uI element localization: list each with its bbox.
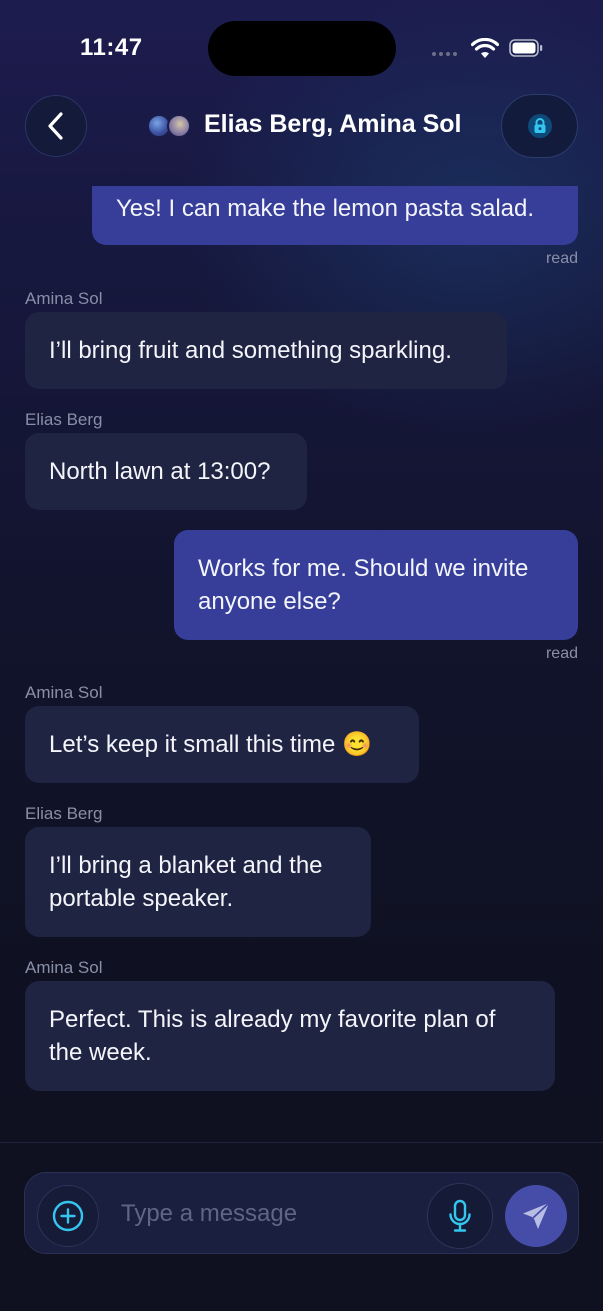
status-time: 11:47 bbox=[80, 34, 143, 61]
message-text: North lawn at 13:00? bbox=[49, 458, 271, 485]
message-bubble-incoming[interactable]: Let’s keep it small this time 😊 bbox=[25, 706, 419, 783]
send-button[interactable] bbox=[505, 1185, 567, 1247]
wifi-icon bbox=[471, 38, 499, 58]
voice-message-button[interactable] bbox=[427, 1183, 493, 1249]
message-bubble-incoming[interactable]: I’ll bring a blanket and the portable sp… bbox=[25, 827, 371, 937]
message-bubble-incoming[interactable]: North lawn at 13:00? bbox=[25, 433, 307, 510]
message-text: I’ll bring a blanket and the portable sp… bbox=[49, 852, 323, 912]
message-text: Perfect. This is already my favorite pla… bbox=[49, 1006, 496, 1066]
cellular-signal-icon bbox=[432, 52, 457, 56]
add-attachment-button[interactable] bbox=[37, 1185, 99, 1247]
sender-name: Amina Sol bbox=[25, 683, 103, 702]
microphone-icon bbox=[449, 1199, 471, 1232]
conversation-title[interactable]: Elias Berg, Amina Sol bbox=[204, 110, 461, 139]
message-input[interactable]: Type a message bbox=[121, 1200, 297, 1228]
message-text: I’ll bring fruit and something sparkling… bbox=[49, 337, 452, 364]
plus-circle-icon bbox=[52, 1200, 84, 1232]
read-receipt: read bbox=[545, 645, 578, 662]
message-text: Let’s keep it small this time 😊 bbox=[49, 731, 372, 758]
sender-name: Amina Sol bbox=[25, 289, 103, 308]
message-text: Works for me. Should we invite anyone el… bbox=[198, 555, 529, 615]
sender-name: Amina Sol bbox=[25, 958, 103, 977]
sender-name: Elias Berg bbox=[25, 410, 103, 429]
message-bubble-incoming[interactable]: Perfect. This is already my favorite pla… bbox=[25, 981, 555, 1091]
battery-icon bbox=[509, 39, 543, 57]
message-bubble-incoming[interactable]: I’ll bring fruit and something sparkling… bbox=[25, 312, 507, 389]
message-bubble-outgoing[interactable]: Works for me. Should we invite anyone el… bbox=[174, 530, 578, 640]
chevron-left-icon bbox=[48, 112, 63, 140]
message-bubble-outgoing[interactable]: Yes! I can make the lemon pasta salad. bbox=[92, 186, 578, 245]
avatar-amina bbox=[167, 114, 191, 138]
paper-plane-icon bbox=[523, 1202, 550, 1229]
dynamic-island bbox=[208, 21, 396, 76]
message-text: Yes! I can make the lemon pasta salad. bbox=[116, 195, 535, 222]
encryption-button[interactable] bbox=[501, 94, 578, 158]
back-button[interactable] bbox=[25, 95, 87, 157]
lock-icon bbox=[527, 114, 552, 138]
message-composer: Type a message bbox=[24, 1172, 579, 1254]
read-receipt: read bbox=[545, 250, 578, 267]
group-avatars[interactable] bbox=[147, 111, 193, 141]
sender-name: Elias Berg bbox=[25, 804, 103, 823]
composer-divider bbox=[0, 1142, 603, 1143]
